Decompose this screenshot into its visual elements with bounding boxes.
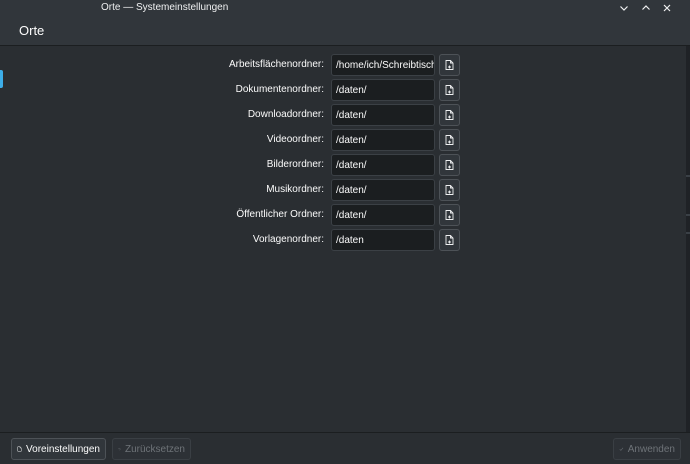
window-title: Orte — Systemeinstellungen [101, 2, 229, 13]
field-value: /home/ich/Schreibtisch [336, 60, 434, 71]
chevron-down-icon [620, 6, 628, 11]
browse-button[interactable] [439, 229, 460, 251]
public-folder-field[interactable]: /daten/ [331, 204, 435, 226]
apply-button[interactable]: Anwenden [613, 438, 681, 460]
field-label: Arbeitsflächenordner: [228, 59, 324, 70]
document-open-icon [445, 210, 454, 220]
row-desktop-folder: Arbeitsflächenordner: /home/ich/Schreibt… [0, 54, 690, 76]
browse-button[interactable] [439, 79, 460, 101]
document-icon [17, 446, 22, 452]
dialog-footer: Voreinstellungen Zurücksetzen Anwenden [0, 432, 690, 464]
row-pictures-folder: Bilderordner: /daten/ [0, 154, 690, 176]
field-label: Downloadordner: [247, 109, 324, 120]
page-header: Orte [0, 16, 690, 46]
browse-button[interactable] [439, 204, 460, 226]
downloads-folder-field[interactable]: /daten/ [331, 104, 435, 126]
desktop-folder-field[interactable]: /home/ich/Schreibtisch [331, 54, 435, 76]
field-value: /daten/ [336, 160, 367, 171]
browse-button[interactable] [439, 54, 460, 76]
document-open-icon [445, 85, 454, 95]
row-documents-folder: Dokumentenordner: /daten/ [0, 79, 690, 101]
row-templates-folder: Vorlagenordner: /daten [0, 229, 690, 251]
music-folder-field[interactable]: /daten/ [331, 179, 435, 201]
field-label: Dokumentenordner: [235, 84, 324, 95]
document-open-icon [445, 185, 454, 195]
defaults-button[interactable]: Voreinstellungen [11, 438, 106, 460]
documents-folder-field[interactable]: /daten/ [331, 79, 435, 101]
document-open-icon [445, 160, 454, 170]
window-titlebar: Orte — Systemeinstellungen [0, 0, 690, 16]
field-value: /daten/ [336, 85, 367, 96]
chevron-up-icon [642, 5, 650, 10]
maximize-button[interactable] [638, 0, 654, 16]
field-value: /daten/ [336, 135, 367, 146]
row-public-folder: Öffentlicher Ordner: /daten/ [0, 204, 690, 226]
field-value: /daten/ [336, 210, 367, 221]
pictures-folder-field[interactable]: /daten/ [331, 154, 435, 176]
browse-button[interactable] [439, 154, 460, 176]
document-open-icon [445, 135, 454, 145]
field-label: Öffentlicher Ordner: [236, 209, 324, 220]
field-label: Vorlagenordner: [252, 234, 324, 245]
videos-folder-field[interactable]: /daten/ [331, 129, 435, 151]
close-button[interactable] [659, 0, 675, 16]
apply-button-label: Anwenden [627, 443, 675, 455]
field-value: /daten [336, 235, 364, 246]
field-label: Bilderordner: [266, 159, 324, 170]
close-icon [663, 4, 671, 12]
browse-button[interactable] [439, 129, 460, 151]
field-label: Musikordner: [266, 184, 324, 195]
checkmark-icon [619, 447, 624, 451]
reset-button[interactable]: Zurücksetzen [112, 438, 191, 460]
row-music-folder: Musikordner: /daten/ [0, 179, 690, 201]
document-open-icon [445, 110, 454, 120]
field-value: /daten/ [336, 185, 367, 196]
document-open-icon [445, 235, 454, 245]
reset-button-label: Zurücksetzen [124, 443, 185, 455]
minimize-button[interactable] [616, 0, 632, 16]
field-value: /daten/ [336, 110, 367, 121]
browse-button[interactable] [439, 179, 460, 201]
templates-folder-field[interactable]: /daten [331, 229, 435, 251]
undo-icon [118, 448, 121, 451]
page-title: Orte [19, 23, 45, 38]
document-open-icon [445, 60, 454, 70]
field-label: Videoordner: [266, 134, 324, 145]
defaults-button-label: Voreinstellungen [26, 443, 100, 455]
browse-button[interactable] [439, 104, 460, 126]
row-downloads-folder: Downloadordner: /daten/ [0, 104, 690, 126]
row-videos-folder: Videoordner: /daten/ [0, 129, 690, 151]
